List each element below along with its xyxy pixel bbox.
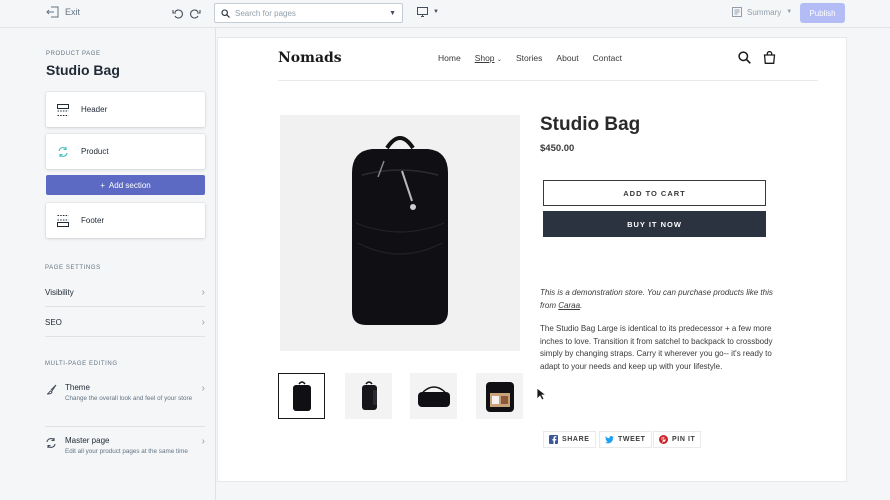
add-section-label: Add section xyxy=(108,180,151,190)
exit-label: Exit xyxy=(65,7,81,17)
redo-icon[interactable] xyxy=(190,8,201,19)
page-settings-heading: PAGE SETTINGS xyxy=(45,265,101,271)
setting-row-seo[interactable]: SEO › xyxy=(45,308,205,337)
chevron-down-icon: ▼ xyxy=(433,9,439,15)
multi-page-heading: MULTI-PAGE EDITING xyxy=(45,361,118,367)
theme-title: Theme xyxy=(65,383,90,392)
pinterest-icon xyxy=(659,435,668,444)
editor-topbar: Exit Search for pages ▼ ▼ Summary ▼ Publ… xyxy=(0,0,890,28)
chevron-down-icon: ⌄ xyxy=(496,57,502,63)
facebook-icon xyxy=(549,435,558,444)
nav-about[interactable]: About xyxy=(556,53,578,63)
page-type-label: PRODUCT PAGE xyxy=(46,51,101,57)
store-nav: Home Shop ⌄ Stories About Contact xyxy=(438,53,622,63)
tweet-label: TWEET xyxy=(618,436,646,443)
chevron-down-icon: ▼ xyxy=(786,9,793,15)
bag-open-thumbnail xyxy=(485,382,514,412)
plus-icon: + xyxy=(100,180,105,190)
search-icon[interactable] xyxy=(738,51,751,64)
nav-home[interactable]: Home xyxy=(438,53,461,63)
product-price: $450.00 xyxy=(540,143,575,154)
nav-shop[interactable]: Shop ⌄ xyxy=(475,53,502,63)
product-main-image[interactable] xyxy=(280,115,520,351)
theme-subtitle: Change the overall look and feel of your… xyxy=(65,395,193,402)
multi-page-master[interactable]: Master page Edit all your product pages … xyxy=(45,436,205,456)
publish-button[interactable]: Publish xyxy=(800,3,845,23)
device-preview-toggle[interactable]: ▼ xyxy=(417,7,439,17)
store-logo[interactable]: Nomads xyxy=(278,50,342,66)
backpack-front-thumbnail xyxy=(292,381,311,411)
header-section-icon xyxy=(57,103,69,116)
footer-section-icon xyxy=(57,214,69,227)
search-placeholder: Search for pages xyxy=(235,8,296,18)
caraa-link[interactable]: Caraa xyxy=(558,301,580,310)
add-to-cart-button[interactable]: ADD TO CART xyxy=(543,180,766,206)
master-page-sync-icon xyxy=(46,438,56,448)
nav-shop-label: Shop xyxy=(474,53,495,63)
page-title: Studio Bag xyxy=(46,62,120,78)
section-card-header[interactable]: Header xyxy=(46,92,205,127)
chevron-right-icon: › xyxy=(201,383,205,394)
share-twitter-button[interactable]: TWEET xyxy=(599,431,652,448)
demo-store-notice: This is a demonstration store. You can p… xyxy=(540,287,780,312)
desktop-icon xyxy=(417,7,428,17)
summary-icon xyxy=(732,7,742,17)
multi-page-theme[interactable]: Theme Change the overall look and feel o… xyxy=(45,383,205,403)
product-thumbnail[interactable] xyxy=(476,373,523,419)
product-description: The Studio Bag Large is identical to its… xyxy=(540,324,773,371)
header-icons xyxy=(738,51,776,64)
section-label: Footer xyxy=(81,216,105,225)
chevron-right-icon: › xyxy=(201,286,205,298)
section-card-product[interactable]: Product xyxy=(46,134,205,169)
demo-text-end: . xyxy=(580,300,583,310)
section-label: Product xyxy=(81,147,109,156)
pin-it-label: PIN IT xyxy=(672,436,696,443)
search-icon xyxy=(221,8,230,18)
undo-icon[interactable] xyxy=(172,8,183,19)
store-preview: Nomads Home Shop ⌄ Stories About Contact… xyxy=(217,37,847,482)
chevron-right-icon: › xyxy=(201,436,205,447)
master-page-title: Master page xyxy=(65,436,110,445)
theme-brush-icon xyxy=(46,384,57,395)
exit-icon xyxy=(46,6,59,18)
product-title: Studio Bag xyxy=(540,114,641,135)
summary-label: Summary xyxy=(747,7,782,17)
share-label: SHARE xyxy=(562,436,590,443)
share-pinterest-button[interactable]: PIN IT xyxy=(653,431,702,448)
twitter-icon xyxy=(605,436,614,444)
master-page-subtitle: Edit all your product pages at the same … xyxy=(65,448,188,455)
cart-bag-icon[interactable] xyxy=(763,51,776,64)
chevron-right-icon: › xyxy=(201,316,205,328)
backpack-side-thumbnail xyxy=(361,381,377,410)
setting-label: Visibility xyxy=(45,287,74,297)
add-section-button[interactable]: + Add section xyxy=(46,175,205,195)
page-search-select[interactable]: Search for pages ▼ xyxy=(214,3,403,23)
backpack-image xyxy=(352,136,448,325)
exit-button[interactable]: Exit xyxy=(46,6,80,18)
mouse-cursor-icon xyxy=(536,387,546,401)
product-section-icon xyxy=(58,146,68,157)
product-thumbnail[interactable] xyxy=(345,373,392,419)
buy-it-now-button[interactable]: BUY IT NOW xyxy=(543,211,766,237)
section-card-footer[interactable]: Footer xyxy=(46,203,205,238)
section-label: Header xyxy=(81,105,108,114)
chevron-down-icon: ▼ xyxy=(389,9,396,17)
summary-button[interactable]: Summary ▼ xyxy=(732,7,792,17)
header-divider xyxy=(278,80,818,81)
setting-row-visibility[interactable]: Visibility › xyxy=(45,278,205,307)
editor-sidebar: PRODUCT PAGE Studio Bag Header Product +… xyxy=(0,28,216,500)
divider xyxy=(45,426,205,427)
nav-contact[interactable]: Contact xyxy=(593,53,622,63)
share-facebook-button[interactable]: SHARE xyxy=(543,431,596,448)
nav-stories[interactable]: Stories xyxy=(516,53,542,63)
setting-label: SEO xyxy=(45,317,62,327)
product-thumbnail[interactable] xyxy=(278,373,325,419)
bag-satchel-thumbnail xyxy=(417,386,450,407)
product-thumbnail[interactable] xyxy=(410,373,457,419)
